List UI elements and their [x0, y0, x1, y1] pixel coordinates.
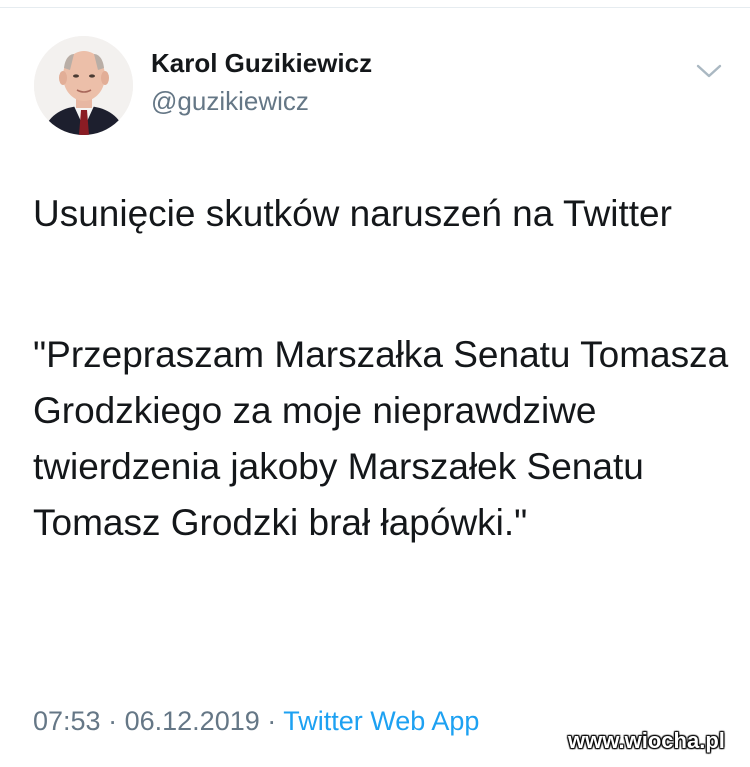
tweet-date[interactable]: 06.12.2019 — [125, 706, 260, 736]
tweet-text-paragraph: Usunięcie skutków naruszeń na Twitter — [33, 193, 672, 234]
avatar[interactable] — [34, 36, 133, 135]
meta-separator: · — [267, 706, 277, 736]
tweet-time: 07:53 — [33, 706, 101, 736]
watermark: www.wiocha.pl — [568, 728, 725, 753]
tweet-text-paragraph: "Przepraszam Marszałka Senatu Tomasza Gr… — [33, 334, 729, 543]
author-name[interactable]: Karol Guzikiewicz — [151, 48, 372, 79]
chevron-down-icon[interactable] — [694, 58, 724, 84]
tweet-source-link[interactable]: Twitter Web App — [283, 706, 479, 736]
top-divider — [0, 7, 750, 8]
avatar-photo — [34, 36, 133, 135]
tweet-metadata: 07:53 · 06.12.2019 · Twitter Web App — [33, 706, 479, 737]
meta-separator: · — [108, 706, 118, 736]
author-handle[interactable]: @guzikiewicz — [151, 86, 309, 117]
